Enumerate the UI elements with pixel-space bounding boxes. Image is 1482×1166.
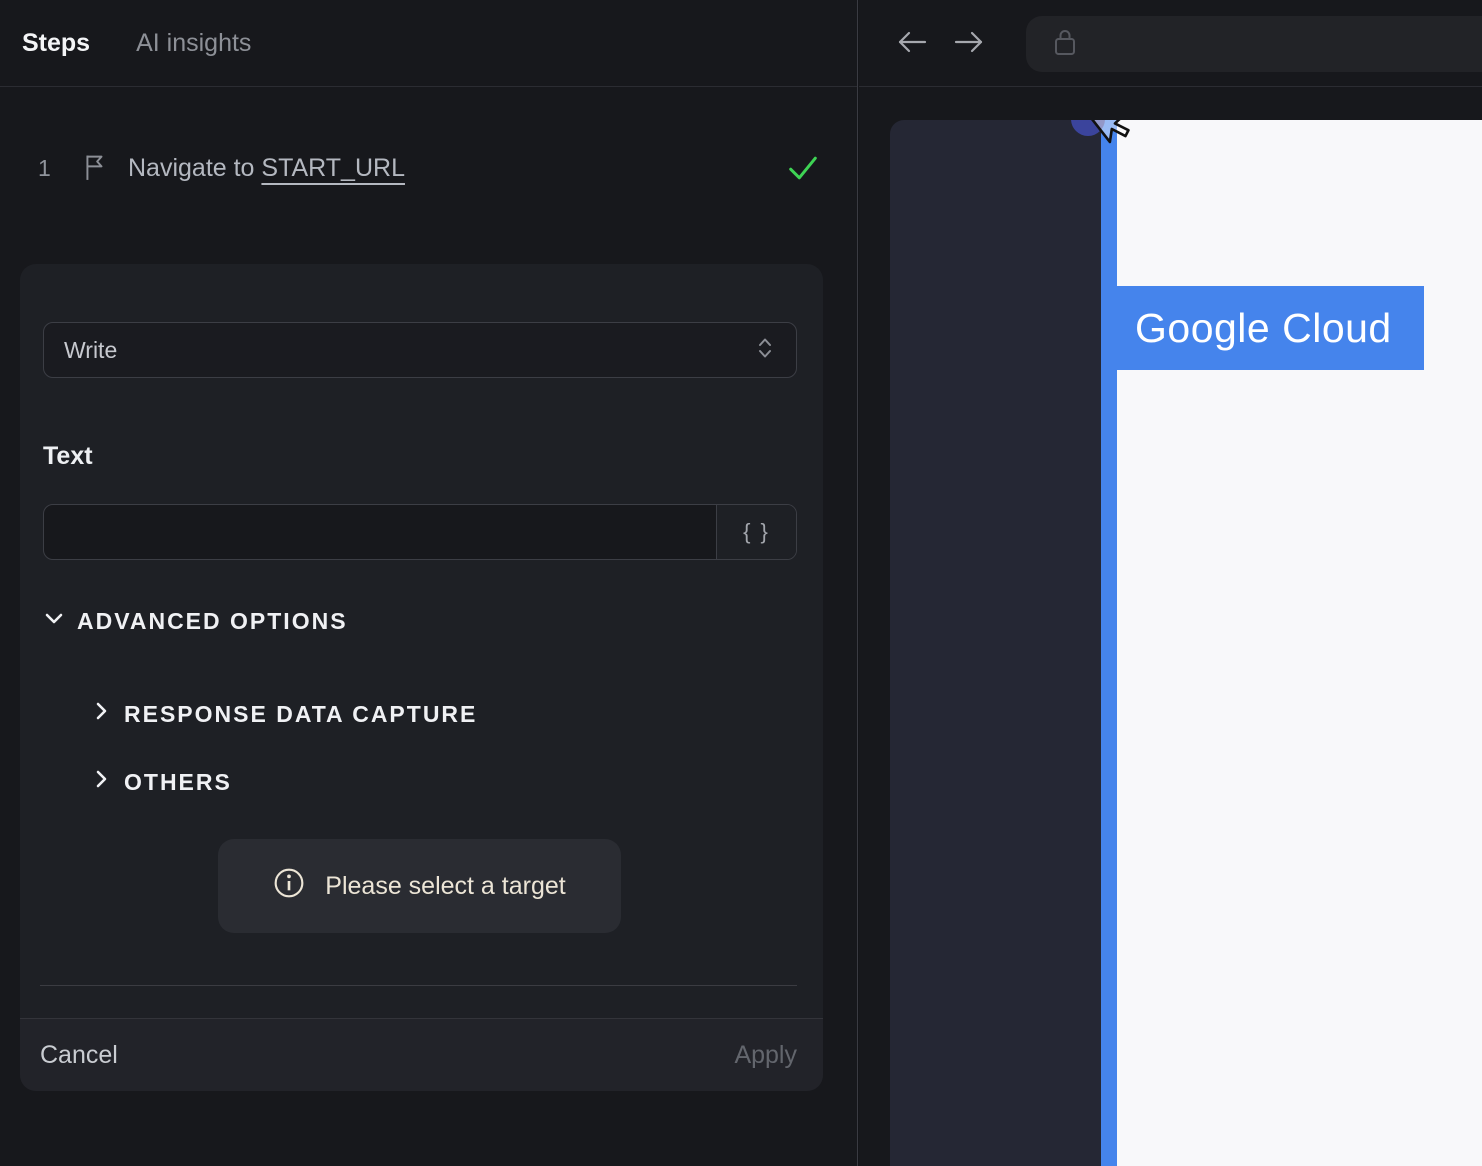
flag-icon — [82, 150, 108, 186]
others-label: OTHERS — [124, 768, 232, 795]
select-target-notice: Please select a target — [218, 839, 621, 933]
start-url-link[interactable]: START_URL — [261, 154, 405, 182]
select-target-text: Please select a target — [325, 871, 566, 900]
highlighted-element[interactable]: Google Cloud — [1101, 286, 1424, 370]
apply-button[interactable]: Apply — [734, 1041, 797, 1070]
chevron-right-icon — [90, 768, 112, 796]
tab-steps[interactable]: Steps — [22, 29, 90, 58]
advanced-options-label: ADVANCED OPTIONS — [77, 607, 348, 634]
insert-variable-button[interactable]: { } — [716, 505, 796, 559]
step-editor-card: Write Text { } ADVANCED OPTIONS RESPONSE… — [20, 264, 823, 1091]
action-select-value: Write — [64, 336, 118, 363]
steps-panel: Steps AI insights 1 Navigate to START_UR… — [0, 0, 858, 1166]
highlighted-element-label: Google Cloud — [1135, 304, 1392, 351]
footer-divider — [40, 985, 797, 986]
cancel-button[interactable]: Cancel — [40, 1041, 118, 1070]
left-topbar: Steps AI insights — [0, 0, 857, 87]
browser-toolbar — [859, 0, 1482, 87]
others-toggle[interactable]: OTHERS — [90, 768, 232, 796]
advanced-options-toggle[interactable]: ADVANCED OPTIONS — [43, 607, 348, 635]
action-select[interactable]: Write — [43, 322, 797, 378]
text-field-label: Text — [43, 442, 93, 470]
back-button[interactable] — [895, 28, 929, 61]
response-data-capture-toggle[interactable]: RESPONSE DATA CAPTURE — [90, 700, 477, 728]
step-text-prefix: Navigate to — [128, 153, 262, 182]
forward-button[interactable] — [952, 28, 986, 61]
mouse-cursor-icon — [1083, 120, 1130, 163]
text-input[interactable] — [44, 505, 716, 559]
element-highlight-stripe — [1101, 120, 1117, 1166]
info-icon — [273, 867, 305, 906]
editor-footer: Cancel Apply — [20, 1018, 823, 1091]
chevron-right-icon — [90, 700, 112, 728]
lock-icon — [1052, 26, 1078, 63]
text-input-row: { } — [43, 504, 797, 560]
step-number: 1 — [38, 154, 51, 181]
tab-ai-insights[interactable]: AI insights — [136, 29, 251, 58]
step-success-check-icon — [787, 152, 819, 184]
chevron-updown-icon — [754, 334, 776, 367]
page-background — [1117, 120, 1482, 1166]
response-data-capture-label: RESPONSE DATA CAPTURE — [124, 700, 478, 727]
chevron-down-icon — [43, 607, 65, 635]
browser-preview-panel: Google Cloud — [859, 0, 1482, 1166]
url-bar[interactable] — [1026, 16, 1482, 72]
step-description: Navigate to START_URL — [128, 154, 405, 183]
step-row[interactable]: 1 Navigate to START_URL — [0, 140, 857, 196]
page-viewport[interactable]: Google Cloud — [890, 120, 1482, 1166]
